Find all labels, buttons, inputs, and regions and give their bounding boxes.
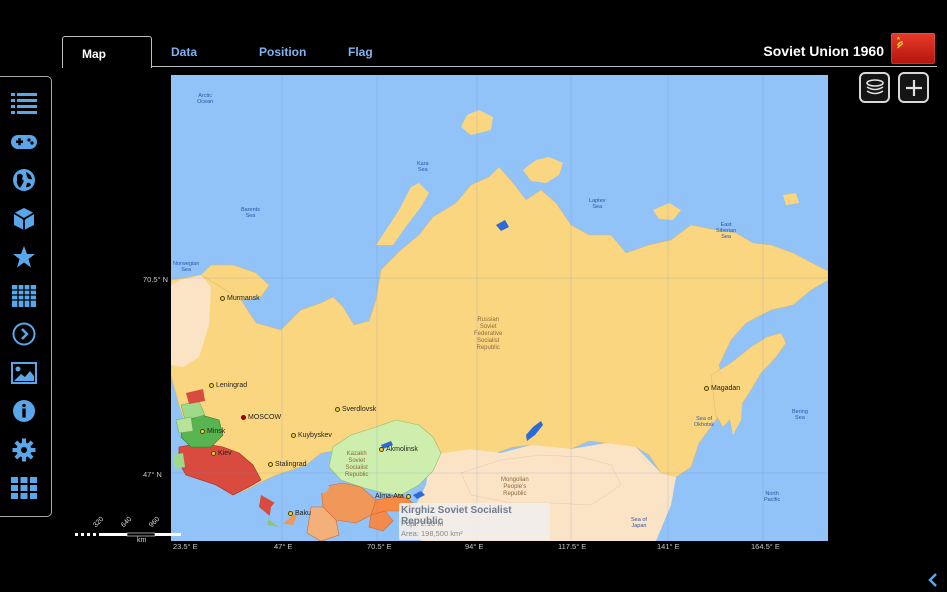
city-kiev[interactable]: Kiev bbox=[211, 450, 232, 458]
lon-label: 117.5° E bbox=[558, 542, 587, 551]
star-icon[interactable] bbox=[10, 243, 38, 271]
lon-label: 141° E bbox=[657, 542, 680, 551]
sidebar bbox=[0, 76, 52, 517]
sea-label-bering: Bering Sea bbox=[792, 409, 808, 421]
sea-label-kara: Kara Sea bbox=[417, 161, 429, 173]
city-baku[interactable]: Baku bbox=[288, 510, 311, 518]
region-tooltip: Kirghiz Soviet Socialist Republic Pop.: … bbox=[399, 503, 550, 540]
sea-label-okhotsk: Sea of Okhotsk bbox=[694, 416, 715, 428]
scale-bar bbox=[72, 532, 181, 537]
tab-position[interactable]: Position bbox=[259, 45, 306, 59]
city-moscow[interactable]: MOSCOW bbox=[241, 414, 281, 422]
gamepad-icon[interactable] bbox=[10, 128, 38, 156]
plus-square-icon bbox=[905, 79, 922, 96]
sea-label-japan: Sea of Japan bbox=[631, 517, 647, 529]
map-canvas bbox=[171, 75, 828, 541]
tooltip-area: Area: 198,500 km² bbox=[401, 529, 463, 538]
scale-label: 960 bbox=[148, 515, 162, 529]
city-minsk[interactable]: Minsk bbox=[200, 428, 225, 436]
lat-label: 47° N bbox=[143, 470, 162, 479]
scale-unit: km bbox=[137, 537, 147, 544]
tab-map[interactable]: Map bbox=[62, 36, 152, 68]
gear-icon[interactable] bbox=[10, 436, 38, 464]
tooltip-population: Pop.: 2.10 M bbox=[401, 519, 444, 528]
zoom-in-button[interactable] bbox=[898, 72, 929, 103]
lon-label: 23.5° E bbox=[173, 542, 198, 551]
chevron-right-circle-icon[interactable] bbox=[10, 320, 38, 348]
soviet-flag-icon bbox=[891, 33, 935, 64]
lon-label: 94° E bbox=[465, 542, 484, 551]
layers-icon bbox=[865, 78, 884, 94]
sea-label-east-siberian: East Siberian Sea bbox=[716, 222, 737, 240]
city-murmansk[interactable]: Murmansk bbox=[220, 295, 260, 303]
city-alma-ata[interactable]: Alma-Ata bbox=[375, 493, 413, 501]
city-magadan[interactable]: Magadan bbox=[704, 385, 740, 393]
city-akmolinsk[interactable]: Akmolinsk bbox=[379, 446, 418, 454]
cube-icon[interactable] bbox=[10, 205, 38, 233]
globe-icon[interactable] bbox=[10, 166, 38, 194]
apps-grid-icon[interactable] bbox=[10, 474, 38, 502]
sea-label-norwegian: Norwegian Sea bbox=[173, 261, 200, 273]
tab-data[interactable]: Data bbox=[171, 45, 197, 59]
list-icon[interactable] bbox=[10, 89, 38, 117]
chevron-left-icon[interactable] bbox=[925, 572, 941, 588]
sea-label-north-pacific: North Pacific bbox=[764, 491, 781, 503]
lon-label: 70.5° E bbox=[367, 542, 392, 551]
tab-flag[interactable]: Flag bbox=[348, 45, 373, 59]
region-label-kazakh: Kazakh Soviet Socialist Republic bbox=[345, 451, 369, 478]
layers-button[interactable] bbox=[859, 72, 890, 103]
grid-table-icon[interactable] bbox=[10, 282, 38, 310]
city-kuybyshev[interactable]: Kuybyskev bbox=[291, 432, 332, 440]
page-title: Soviet Union 1960 bbox=[763, 43, 884, 59]
region-label-mongolia: Mongolian People's Republic bbox=[501, 477, 529, 497]
image-icon[interactable] bbox=[10, 359, 38, 387]
info-icon[interactable] bbox=[10, 397, 38, 425]
region-label-rsfsr: Russian Soviet Federative Socialist Republic bbox=[474, 317, 503, 351]
scale-label: 640 bbox=[120, 515, 134, 529]
scale-label: 320 bbox=[92, 515, 106, 529]
sea-label-arctic: Arctic Ocean bbox=[197, 93, 214, 105]
sea-label-laptev: Laptev Sea bbox=[589, 198, 606, 210]
tab-underline bbox=[151, 66, 937, 67]
lon-label: 164.5° E bbox=[751, 542, 780, 551]
aral-sea bbox=[313, 481, 329, 493]
lon-label: 47° E bbox=[274, 542, 293, 551]
lat-label: 70.5° N bbox=[143, 275, 169, 284]
sea-label-barents: Barents Sea bbox=[241, 207, 260, 219]
tab-bar: Map Data Position Flag Soviet Union 1960 bbox=[0, 0, 947, 70]
city-stalingrad[interactable]: Stalingrad bbox=[268, 461, 307, 469]
city-leningrad[interactable]: Leningrad bbox=[209, 382, 247, 390]
map-view[interactable]: Arctic Ocean Kara Sea Barents Sea Laptev Sea… bbox=[171, 75, 828, 541]
city-sverdlovsk[interactable]: Sverdlovsk bbox=[335, 406, 376, 414]
